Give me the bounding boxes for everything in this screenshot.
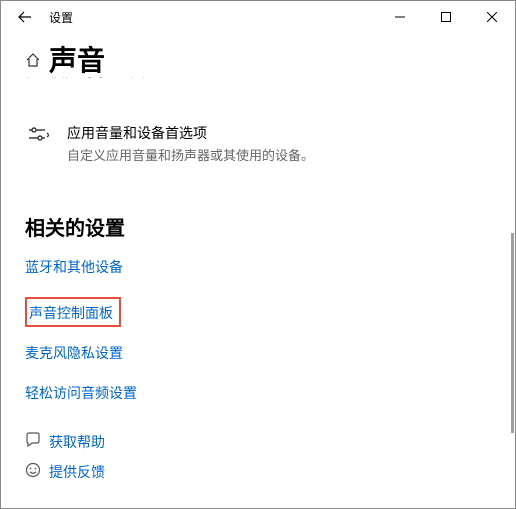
- scrollbar[interactable]: [508, 33, 514, 507]
- option-description: 自定义应用音量和扬声器或其使用的设备。: [67, 145, 314, 164]
- section-advanced-sound-options: 高级声音选项: [25, 77, 491, 95]
- window-controls: [377, 1, 515, 33]
- window-title: 设置: [49, 9, 73, 26]
- page-header: 声音: [1, 33, 515, 79]
- help-label: 获取帮助: [49, 432, 105, 452]
- minimize-button[interactable]: [377, 1, 423, 33]
- scrollbar-thumb[interactable]: [511, 233, 514, 433]
- sliders-icon: [25, 125, 53, 145]
- feedback-icon: [25, 462, 49, 482]
- link-microphone-privacy[interactable]: 麦克风隐私设置: [25, 343, 123, 363]
- app-volume-option[interactable]: 应用音量和设备首选项 自定义应用音量和扬声器或其使用的设备。: [25, 123, 491, 164]
- maximize-button[interactable]: [423, 1, 469, 33]
- back-arrow-icon: [18, 10, 32, 24]
- page-title: 声音: [49, 39, 105, 79]
- link-give-feedback[interactable]: 提供反馈: [25, 462, 105, 482]
- link-ease-of-access-audio[interactable]: 轻松访问音频设置: [25, 383, 137, 403]
- footer-links: 获取帮助 提供反馈: [25, 432, 105, 492]
- related-links: 蓝牙和其他设备 声音控制面板 麦克风隐私设置 轻松访问音频设置: [25, 257, 491, 423]
- option-title: 应用音量和设备首选项: [67, 123, 314, 143]
- highlight-annotation: 声音控制面板: [25, 297, 121, 327]
- section-related-settings: 相关的设置: [25, 212, 491, 241]
- link-bluetooth-devices[interactable]: 蓝牙和其他设备: [25, 257, 123, 277]
- link-get-help[interactable]: 获取帮助: [25, 432, 105, 452]
- feedback-label: 提供反馈: [49, 462, 105, 482]
- home-icon[interactable]: [25, 52, 41, 73]
- back-button[interactable]: [9, 1, 41, 33]
- help-icon: [25, 432, 49, 452]
- close-button[interactable]: [469, 1, 515, 33]
- link-sound-control-panel[interactable]: 声音控制面板: [29, 303, 113, 323]
